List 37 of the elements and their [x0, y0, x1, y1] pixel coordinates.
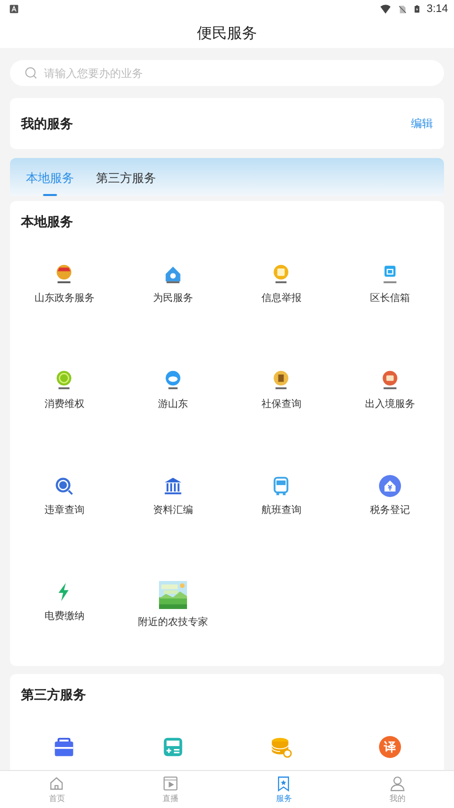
- section-title: 本地服务: [21, 214, 74, 231]
- section-title: 第三方服务: [21, 686, 87, 704]
- section-title: 我的服务: [21, 116, 73, 132]
- service-label[interactable]: 附近的农技专家: [138, 615, 208, 629]
- nav-tab[interactable]: 服务: [227, 771, 340, 808]
- service-label[interactable]: 出入境服务: [364, 397, 415, 411]
- service-label[interactable]: 消费维权: [44, 397, 84, 411]
- video-icon: [162, 775, 179, 792]
- person-icon: [388, 775, 406, 792]
- service-label[interactable]: 山东政务服务: [34, 291, 94, 305]
- tab[interactable]: 第三方服务: [90, 170, 162, 196]
- search-badge-icon: [53, 475, 76, 497]
- service-label[interactable]: 资料汇编: [152, 503, 193, 517]
- home-icon: [48, 775, 66, 792]
- briefcase-icon: [53, 736, 76, 758]
- page-title: 便民服务: [197, 24, 257, 42]
- service-label[interactable]: 社保查询: [261, 397, 302, 411]
- status-time: 3:14: [426, 3, 448, 15]
- service-label[interactable]: 税务登记: [370, 503, 410, 517]
- calculator-icon: [162, 736, 184, 758]
- battery-icon: [412, 3, 421, 15]
- wifi-icon: [378, 4, 392, 14]
- service-label[interactable]: 信息举报: [261, 291, 302, 305]
- search-field[interactable]: 请输入您要办的业务: [10, 60, 444, 86]
- service-label[interactable]: 违章查询: [44, 503, 84, 517]
- service-label[interactable]: 电费缴纳: [44, 609, 84, 623]
- translate-label: 译: [378, 736, 401, 758]
- search-icon: [24, 66, 38, 80]
- notification-icon: [9, 4, 19, 14]
- service-label[interactable]: 区长信箱: [370, 291, 410, 305]
- service-label[interactable]: 航班查询: [261, 503, 302, 517]
- service-label[interactable]: 为民服务: [152, 291, 193, 305]
- tax-house-icon: [378, 475, 401, 497]
- coins-icon: [270, 736, 292, 758]
- edit-link[interactable]: 编辑: [411, 116, 433, 131]
- service-label[interactable]: 游山东: [158, 397, 188, 411]
- no-sim-icon: [398, 4, 407, 14]
